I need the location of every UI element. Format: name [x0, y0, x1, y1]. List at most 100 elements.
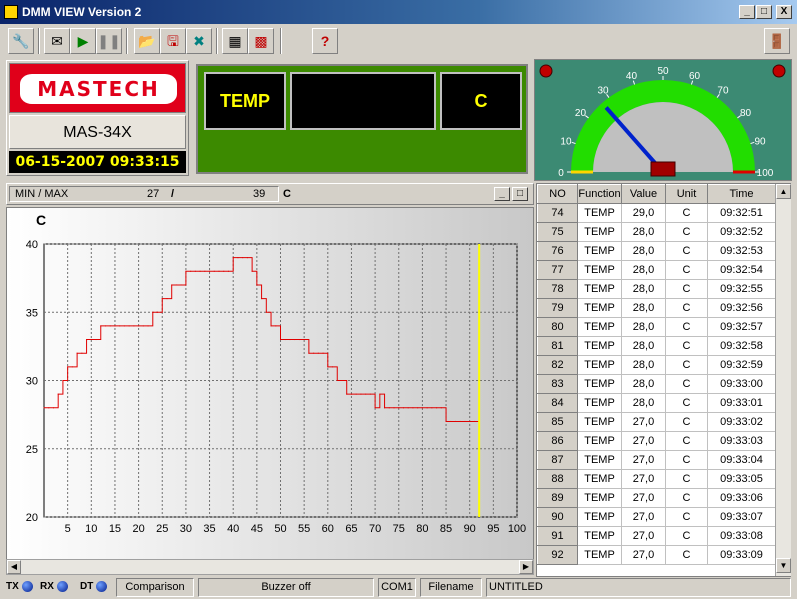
- scroll-right-icon[interactable]: ▶: [519, 560, 533, 574]
- chart-maximize-button[interactable]: □: [512, 187, 528, 201]
- row-value: 28,0: [621, 260, 666, 280]
- chart-data-point: [199, 270, 201, 272]
- chart-data-point: [440, 407, 442, 409]
- row-time: 09:32:53: [707, 241, 776, 261]
- row-no: 84: [537, 393, 578, 413]
- scroll-left-icon[interactable]: ◀: [7, 560, 21, 574]
- maximize-button[interactable]: □: [756, 5, 772, 19]
- row-value: 28,0: [621, 241, 666, 261]
- chart-data-point: [223, 270, 225, 272]
- chart-data-point: [227, 270, 229, 272]
- pause-icon[interactable]: ❚❚: [96, 28, 122, 54]
- gauge-svg: 0 10 20 30 40 50 60 70 80 90 100: [539, 64, 786, 179]
- column-header-unit[interactable]: Unit: [665, 184, 708, 204]
- function-display: TEMP: [204, 72, 286, 130]
- row-value: 27,0: [621, 507, 666, 527]
- minmax-label: MIN / MAX: [15, 188, 69, 200]
- table-row[interactable]: 87 TEMP 27,0 C 09:33:04: [537, 450, 776, 470]
- table-row[interactable]: 88 TEMP 27,0 C 09:33:05: [537, 469, 776, 489]
- row-unit: C: [665, 241, 708, 261]
- help-icon[interactable]: ?: [312, 28, 338, 54]
- chart-data-point: [464, 420, 466, 422]
- exit-icon[interactable]: 🚪: [764, 28, 790, 54]
- scroll-up-icon[interactable]: ▲: [776, 184, 791, 199]
- table-row[interactable]: 76 TEMP 28,0 C 09:32:53: [537, 241, 776, 261]
- table-row[interactable]: 74 TEMP 29,0 C 09:32:51: [537, 203, 776, 223]
- row-no: 79: [537, 298, 578, 318]
- table-row[interactable]: 92 TEMP 27,0 C 09:33:09: [537, 545, 776, 565]
- chart-data-point: [346, 393, 348, 395]
- chart-data-point: [336, 380, 338, 381]
- scroll-down-icon[interactable]: ▼: [776, 558, 791, 573]
- unit-label: C: [283, 188, 291, 200]
- status-bar: TX RX DT Comparison Buzzer off COM1 File…: [0, 577, 797, 599]
- chart-minimize-button[interactable]: _: [494, 187, 510, 201]
- data-table-panel: NO Function Value Unit Time 74 TEMP 29,0 C 0…: [536, 183, 791, 577]
- row-time: 09:32:59: [707, 355, 776, 375]
- table-row[interactable]: 75 TEMP 28,0 C 09:32:52: [537, 222, 776, 242]
- row-value: 28,0: [621, 298, 666, 318]
- toolbar: 🔧 ✉ ▶ ❚❚ 📂 🖫 ✖ ▦ ▩ ? 🚪: [0, 24, 797, 58]
- tx-indicator: TX: [6, 581, 37, 592]
- connect-tool-icon[interactable]: 🔧: [8, 28, 34, 54]
- chart-data-point: [209, 270, 211, 272]
- chart-data-point: [303, 339, 305, 341]
- column-header-no[interactable]: NO: [537, 184, 578, 204]
- chart-data-point: [171, 284, 173, 286]
- table-row[interactable]: 91 TEMP 27,0 C 09:33:08: [537, 526, 776, 546]
- row-value: 27,0: [621, 488, 666, 508]
- brand-logo-text: MASTECH: [20, 74, 177, 104]
- chart-x-tick-label: 75: [393, 523, 405, 535]
- row-time: 09:33:02: [707, 412, 776, 432]
- chart-data-point: [284, 339, 286, 341]
- window-title: DMM VIEW Version 2: [22, 5, 142, 19]
- close-button[interactable]: X: [776, 5, 792, 19]
- chart-data-point: [374, 407, 376, 409]
- table-row[interactable]: 89 TEMP 27,0 C 09:33:06: [537, 488, 776, 508]
- table-row[interactable]: 85 TEMP 27,0 C 09:33:02: [537, 412, 776, 432]
- play-icon[interactable]: ▶: [70, 28, 96, 54]
- row-time: 09:33:03: [707, 431, 776, 451]
- save-icon[interactable]: 🖫: [160, 28, 186, 54]
- table-row[interactable]: 78 TEMP 28,0 C 09:32:55: [537, 279, 776, 299]
- row-unit: C: [665, 545, 708, 565]
- minimize-button[interactable]: _: [739, 5, 755, 19]
- clear-icon[interactable]: ✖: [186, 28, 212, 54]
- chart-horizontal-scrollbar[interactable]: ◀ ▶: [6, 559, 534, 575]
- table-row[interactable]: 86 TEMP 27,0 C 09:33:03: [537, 431, 776, 451]
- chart-data-point: [232, 257, 234, 259]
- min-value: 27: [147, 188, 160, 200]
- chart-data-point: [161, 298, 163, 300]
- row-function: TEMP: [577, 393, 622, 413]
- chart-data-point: [133, 325, 135, 327]
- dt-led-icon: [96, 581, 108, 592]
- row-function: TEMP: [577, 279, 622, 299]
- table-row[interactable]: 80 TEMP 28,0 C 09:32:57: [537, 317, 776, 337]
- table-row[interactable]: 81 TEMP 28,0 C 09:32:58: [537, 336, 776, 356]
- row-unit: C: [665, 488, 708, 508]
- gauge-led-right-icon: [772, 64, 786, 78]
- table-row[interactable]: 77 TEMP 28,0 C 09:32:54: [537, 260, 776, 280]
- column-header-function[interactable]: Function: [577, 184, 622, 204]
- table-row[interactable]: 90 TEMP 27,0 C 09:33:07: [537, 507, 776, 527]
- table-row[interactable]: 79 TEMP 28,0 C 09:32:56: [537, 298, 776, 318]
- column-header-time[interactable]: Time: [707, 184, 776, 204]
- settings-icon[interactable]: ✉: [44, 28, 70, 54]
- row-function: TEMP: [577, 260, 622, 280]
- chart-area: C 20 25 30 35 40 5 10 15 20 25 30 35 40 45 50 55 60 65 70…: [6, 207, 534, 567]
- table-row[interactable]: 84 TEMP 28,0 C 09:33:01: [537, 393, 776, 413]
- table-view-icon[interactable]: ▦: [222, 28, 248, 54]
- chart-data-point: [114, 325, 116, 327]
- table-row[interactable]: 82 TEMP 28,0 C 09:32:59: [537, 355, 776, 375]
- comparison-status[interactable]: Comparison: [116, 578, 194, 597]
- toolbar-separator: [38, 28, 40, 54]
- chart-title: C: [36, 212, 46, 228]
- open-folder-icon[interactable]: 📂: [134, 28, 160, 54]
- table-vertical-scrollbar[interactable]: ▲ ▼: [775, 184, 791, 576]
- row-value: 27,0: [621, 450, 666, 470]
- graph-view-icon[interactable]: ▩: [248, 28, 274, 54]
- chart-data-point: [237, 257, 239, 259]
- chart-data-point: [360, 393, 362, 395]
- table-row[interactable]: 83 TEMP 28,0 C 09:33:00: [537, 374, 776, 394]
- column-header-value[interactable]: Value: [621, 184, 666, 204]
